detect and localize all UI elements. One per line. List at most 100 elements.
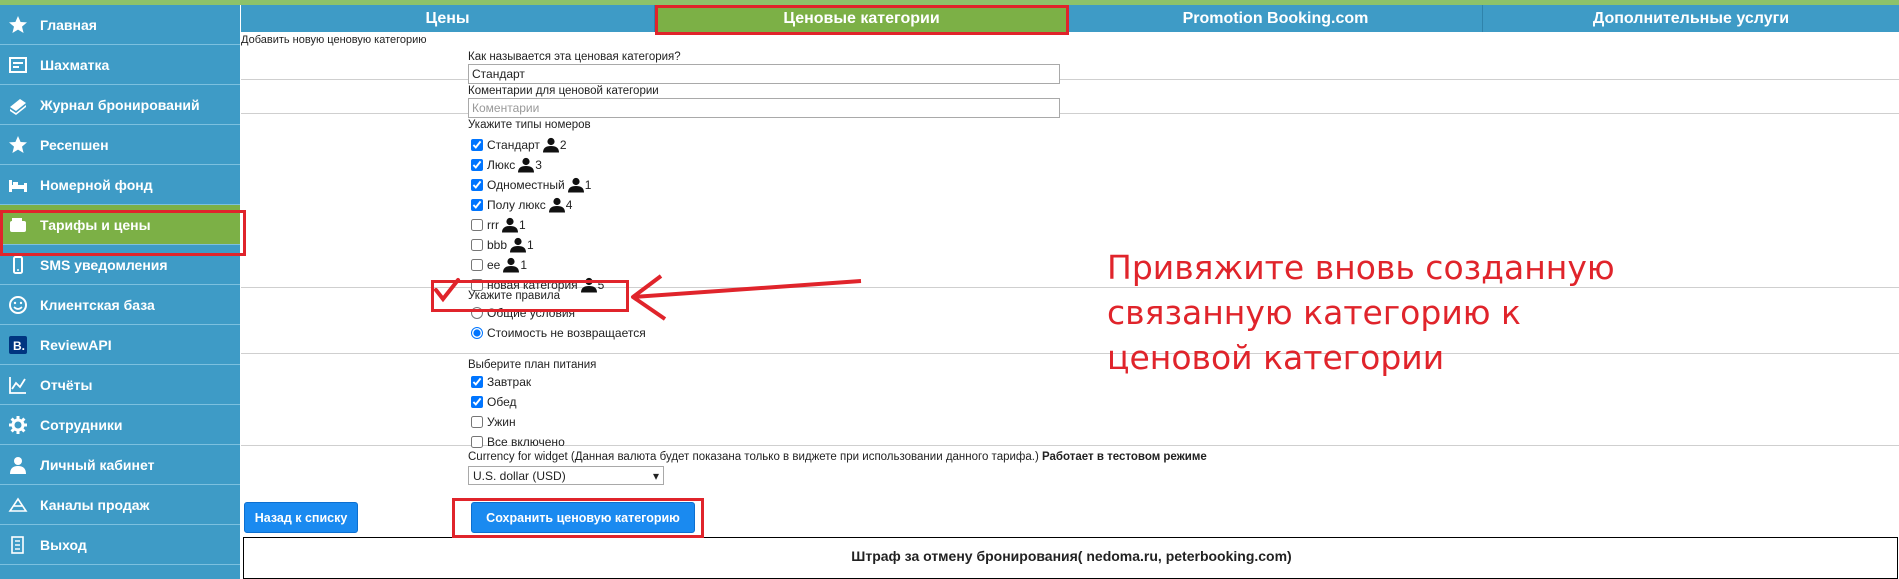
sidebar-item-tariffs[interactable]: Тарифы и цены [0,205,240,245]
tab-promotion-booking[interactable]: Promotion Booking.com [1069,5,1483,32]
rules-row: Укажите правила Общие условия Стоимость … [241,288,1899,354]
meal-checkbox[interactable] [471,396,483,408]
sidebar-item-label: Шахматка [40,56,110,73]
room-type-name: Стандарт [487,138,540,152]
sidebar-item-label: Номерной фонд [40,176,153,193]
currency-note: (Данная валюта будет показана только в в… [567,451,1042,463]
list-item: Одноместный 1 [468,175,604,195]
room-type-name: Люкс [487,158,516,172]
room-type-name: bbb [487,238,508,252]
sidebar-item-staff[interactable]: Сотрудники [0,405,240,445]
list-item: Общие условия [468,303,646,323]
back-to-list-button[interactable]: Назад к списку [244,502,358,533]
tab-price-categories[interactable]: Ценовые категории [655,5,1069,32]
form-title: Добавить новую ценовую категорию [241,34,427,46]
list-item: Завтрак [468,372,596,392]
person-icon [518,157,535,173]
room-type-capacity: 4 [565,198,573,212]
room-type-checkbox[interactable] [471,239,483,251]
person-icon [548,197,565,213]
sidebar-item-label: Тарифы и цены [40,216,151,233]
sidebar-item-label: Отчёты [40,376,93,393]
room-type-name: rrr [487,218,499,232]
sidebar-item-channels[interactable]: Каналы продаж [0,485,240,525]
save-category-button[interactable]: Сохранить ценовую категорию [471,502,695,533]
meal-label: Завтрак [487,375,532,389]
person-icon [503,257,520,273]
tab-extra-services[interactable]: Дополнительные услуги [1483,5,1899,32]
chevron-down-icon: ▾ [652,468,659,483]
person-icon [510,237,527,253]
sidebar-item-room-stock[interactable]: Номерной фонд [0,165,240,205]
sidebar-item-label: ReviewAPI [40,336,112,353]
room-type-checkbox[interactable] [471,199,483,211]
comment-row: Коментарии для ценовой категории [241,80,1899,118]
sidebar-item-label: Клиентская база [40,296,155,313]
booking-icon: B. [6,333,30,357]
rule-label: Общие условия [487,306,576,320]
sidebar-item-chessboard[interactable]: Шахматка [0,45,240,85]
sidebar: Главная Шахматка Журнал бронирований Рес… [0,5,240,579]
list-item: ee 1 [468,255,604,275]
smile-icon [6,293,30,317]
room-type-checkbox[interactable] [471,179,483,191]
rule-radio[interactable] [471,307,483,319]
grid-icon [6,53,30,77]
tab-prices[interactable]: Цены [241,5,655,32]
chart-icon [6,373,30,397]
currency-label-line: Currency for widget (Данная валюта будет… [468,450,1207,464]
sidebar-item-home[interactable]: Главная [0,5,240,45]
person-icon [567,177,584,193]
sidebar-item-reception[interactable]: Ресепшен [0,125,240,165]
star-icon [6,133,30,157]
room-type-capacity: 1 [520,258,528,272]
room-type-checkbox[interactable] [471,139,483,151]
room-type-name: Полу люкс [487,198,546,212]
sidebar-item-reports[interactable]: Отчёты [0,365,240,405]
sidebar-item-reviewapi[interactable]: B. ReviewAPI [0,325,240,365]
list-item: Люкс 3 [468,155,604,175]
sidebar-item-label: Личный кабинет [40,456,155,473]
sidebar-item-label: Выход [40,536,87,553]
room-types-row: Укажите типы номеров Стандарт 2 Люкс 3 Одн… [241,114,1899,293]
currency-select[interactable]: U.S. dollar (USD) ▾ [468,466,664,485]
price-category-form: Добавить новую ценовую категорию Как наз… [241,32,1899,579]
comment-label: Коментарии для ценовой категории [468,85,659,97]
meal-label: Выберите план питания [468,359,597,371]
rule-radio[interactable] [471,327,483,339]
person-icon [502,217,518,233]
tab-bar: Цены Ценовые категории Promotion Booking… [241,5,1899,32]
penalty-title: Штраф за отмену бронирования( nedoma.ru,… [851,548,1292,564]
currency-label: Currency for widget [468,451,568,463]
room-type-capacity: 2 [559,138,567,152]
room-type-capacity: 1 [584,178,592,192]
room-type-checkbox[interactable] [471,259,483,271]
meal-checkbox[interactable] [471,376,483,388]
meal-row: Выберите план питания Завтрак Обед Ужин … [241,354,1899,449]
sidebar-item-clients[interactable]: Клиентская база [0,285,240,325]
app-window: Главная Шахматка Журнал бронирований Рес… [0,0,1899,579]
room-type-name: Одноместный [487,178,565,192]
sidebar-item-label: Сотрудники [40,416,123,433]
sidebar-item-label: Главная [40,16,97,33]
sidebar-item-label: SMS уведомления [40,256,168,273]
sidebar-item-bookings-log[interactable]: Журнал бронирований [0,85,240,125]
sidebar-item-logout[interactable]: Выход [0,525,240,565]
meal-label: Ужин [487,415,516,429]
sidebar-item-label: Каналы продаж [40,496,150,513]
room-type-checkbox[interactable] [471,159,483,171]
sidebar-item-profile[interactable]: Личный кабинет [0,445,240,485]
svg-text:B.: B. [13,339,25,353]
list-item: Стоимость не возвращается [468,323,646,343]
list-item: bbb 1 [468,235,604,255]
meal-checkbox[interactable] [471,416,483,428]
list-item: rrr 1 [468,215,604,235]
book-icon [6,93,30,117]
channel-icon [6,493,30,517]
sidebar-item-sms[interactable]: SMS уведомления [0,245,240,285]
list-item: Ужин [468,412,596,432]
rule-label: Стоимость не возвращается [487,326,646,340]
star-icon [6,13,30,37]
sidebar-item-label: Журнал бронирований [40,96,200,113]
room-type-checkbox[interactable] [471,219,483,231]
